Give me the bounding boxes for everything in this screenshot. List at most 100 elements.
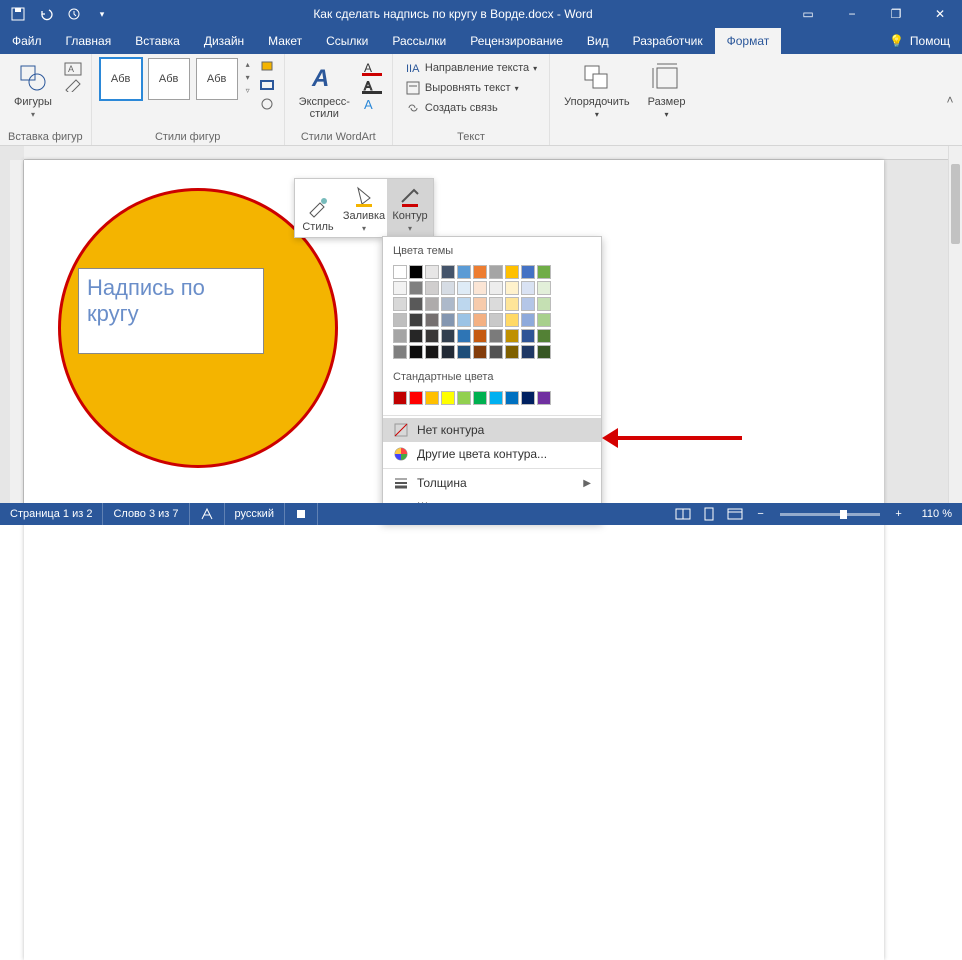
undo-icon[interactable] [36, 4, 56, 24]
color-swatch[interactable] [505, 391, 519, 405]
create-link-button[interactable]: Создать связь [401, 98, 541, 118]
shapes-button[interactable]: Фигуры ▾ [8, 58, 58, 123]
web-layout-icon[interactable] [722, 503, 748, 525]
spellcheck-button[interactable] [190, 503, 225, 525]
text-box[interactable]: Надпись по кругу [78, 268, 264, 354]
shape-style-3[interactable]: Абв [196, 58, 238, 100]
ruler-vertical[interactable] [10, 160, 24, 503]
zoom-level[interactable]: 110 % [912, 503, 962, 525]
color-swatch[interactable] [441, 391, 455, 405]
color-swatch[interactable] [505, 281, 519, 295]
color-swatch[interactable] [425, 313, 439, 327]
align-text-button[interactable]: Выровнять текст▾ [401, 78, 541, 98]
color-swatch[interactable] [489, 297, 503, 311]
gallery-more-icon[interactable]: ▿ [244, 84, 252, 97]
color-swatch[interactable] [425, 329, 439, 343]
color-swatch[interactable] [425, 345, 439, 359]
color-swatch[interactable] [489, 281, 503, 295]
color-swatch[interactable] [441, 329, 455, 343]
color-swatch[interactable] [393, 297, 407, 311]
language-indicator[interactable]: русский [225, 503, 285, 525]
redo-icon[interactable] [64, 4, 84, 24]
tab-view[interactable]: Вид [575, 28, 621, 54]
color-swatch[interactable] [521, 345, 535, 359]
tab-design[interactable]: Дизайн [192, 28, 256, 54]
tab-home[interactable]: Главная [54, 28, 124, 54]
macro-recording-button[interactable] [285, 503, 318, 525]
text-direction-button[interactable]: IIA Направление текста▾ [401, 58, 541, 78]
qat-customize-icon[interactable]: ▾ [92, 4, 112, 24]
color-swatch[interactable] [537, 345, 551, 359]
size-button[interactable]: Размер▾ [642, 58, 692, 123]
color-swatch[interactable] [505, 313, 519, 327]
color-swatch[interactable] [489, 265, 503, 279]
mini-outline-button[interactable]: Контур▾ [387, 179, 433, 237]
color-swatch[interactable] [393, 345, 407, 359]
color-swatch[interactable] [537, 265, 551, 279]
tab-references[interactable]: Ссылки [314, 28, 380, 54]
no-outline-item[interactable]: Нет контура [383, 418, 601, 442]
color-swatch[interactable] [393, 281, 407, 295]
ribbon-display-options-icon[interactable]: ▭ [786, 0, 830, 28]
save-icon[interactable] [8, 4, 28, 24]
color-swatch[interactable] [473, 329, 487, 343]
tab-developer[interactable]: Разработчик [621, 28, 715, 54]
color-swatch[interactable] [537, 313, 551, 327]
minimize-icon[interactable]: − [830, 0, 874, 28]
color-swatch[interactable] [409, 391, 423, 405]
maximize-icon[interactable]: ❐ [874, 0, 918, 28]
mini-fill-button[interactable]: Заливка▾ [341, 179, 387, 237]
zoom-in-button[interactable]: + [886, 503, 912, 525]
color-swatch[interactable] [425, 391, 439, 405]
text-effects-icon[interactable]: A [362, 96, 384, 112]
color-swatch[interactable] [457, 281, 471, 295]
color-swatch[interactable] [489, 391, 503, 405]
shape-effects-icon[interactable] [258, 96, 276, 112]
tab-layout[interactable]: Макет [256, 28, 314, 54]
color-swatch[interactable] [409, 297, 423, 311]
color-swatch[interactable] [521, 329, 535, 343]
color-swatch[interactable] [441, 265, 455, 279]
color-swatch[interactable] [409, 345, 423, 359]
color-swatch[interactable] [441, 297, 455, 311]
color-swatch[interactable] [441, 281, 455, 295]
gallery-down-icon[interactable]: ▾ [244, 71, 252, 84]
color-swatch[interactable] [505, 345, 519, 359]
color-swatch[interactable] [473, 313, 487, 327]
color-swatch[interactable] [521, 265, 535, 279]
color-swatch[interactable] [473, 265, 487, 279]
color-swatch[interactable] [521, 297, 535, 311]
close-icon[interactable]: ✕ [918, 0, 962, 28]
color-swatch[interactable] [505, 265, 519, 279]
color-swatch[interactable] [521, 391, 535, 405]
shape-fill-icon[interactable] [258, 60, 276, 76]
tab-review[interactable]: Рецензирование [458, 28, 575, 54]
text-fill-icon[interactable]: A [362, 60, 384, 76]
print-layout-icon[interactable] [696, 503, 722, 525]
edit-shape-icon[interactable] [64, 78, 82, 92]
zoom-out-button[interactable]: − [748, 503, 774, 525]
color-swatch[interactable] [425, 297, 439, 311]
scrollbar-vertical[interactable] [948, 146, 962, 503]
color-swatch[interactable] [425, 281, 439, 295]
tab-format[interactable]: Формат [715, 28, 782, 54]
color-swatch[interactable] [489, 345, 503, 359]
color-swatch[interactable] [473, 281, 487, 295]
weight-item[interactable]: Толщина ▶ [383, 471, 601, 495]
quick-styles-button[interactable]: A Экспресс- стили [293, 58, 356, 124]
color-swatch[interactable] [441, 313, 455, 327]
color-swatch[interactable] [409, 313, 423, 327]
collapse-ribbon-icon[interactable]: ˄ [938, 54, 962, 145]
color-swatch[interactable] [409, 265, 423, 279]
color-swatch[interactable] [457, 265, 471, 279]
color-swatch[interactable] [409, 281, 423, 295]
color-swatch[interactable] [473, 391, 487, 405]
tab-mailings[interactable]: Рассылки [380, 28, 458, 54]
shape-style-1[interactable]: Абв [100, 58, 142, 100]
color-swatch[interactable] [457, 329, 471, 343]
color-swatch[interactable] [473, 345, 487, 359]
page-indicator[interactable]: Страница 1 из 2 [0, 503, 103, 525]
word-count[interactable]: Слово 3 из 7 [103, 503, 189, 525]
more-outline-colors-item[interactable]: Другие цвета контура... [383, 442, 601, 466]
color-swatch[interactable] [537, 329, 551, 343]
